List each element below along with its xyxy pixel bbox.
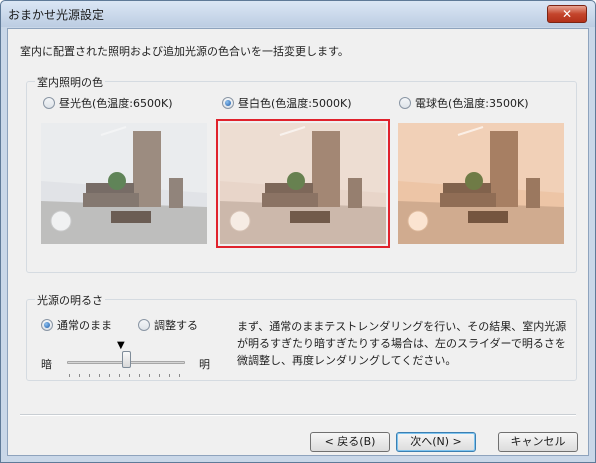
radio-neutral-white[interactable]: 昼白色(色温度:5000K) — [222, 95, 352, 111]
room-light-color-group: 室内照明の色 昼光色(色温度:6500K) 昼白色(色温度:5000K) 電球色… — [26, 74, 577, 273]
separator — [20, 414, 576, 416]
slider-max-label: 明 — [199, 358, 210, 371]
preview-warm-bulb-room[interactable] — [398, 123, 564, 244]
radio-neutral-white-indicator[interactable] — [222, 97, 234, 109]
close-button[interactable]: ✕ — [547, 5, 587, 23]
radio-daylight-indicator[interactable] — [43, 97, 55, 109]
radio-daylight-label: 昼光色(色温度:6500K) — [59, 97, 173, 110]
radio-neutral-white-label: 昼白色(色温度:5000K) — [238, 97, 352, 110]
brightness-description: まず、通常のままテストレンダリングを行い、その結果、室内光源が明るすぎたり暗すぎ… — [237, 320, 567, 367]
cancel-button[interactable]: キャンセル — [498, 432, 578, 452]
room-render-image — [41, 123, 207, 244]
radio-daylight[interactable]: 昼光色(色温度:6500K) — [43, 95, 173, 111]
radio-adjust-indicator[interactable] — [138, 319, 150, 331]
radio-warm-bulb[interactable]: 電球色(色温度:3500K) — [399, 95, 529, 111]
preview-neutral-white-room[interactable] — [216, 119, 390, 248]
room-render-image — [398, 123, 564, 244]
dialog-body: 室内に配置された照明および追加光源の色合いを一括変更します。 室内照明の色 昼光… — [7, 28, 589, 456]
room-light-color-legend: 室内照明の色 — [35, 74, 105, 90]
next-button[interactable]: 次へ(N) > — [396, 432, 476, 452]
intro-text: 室内に配置された照明および追加光源の色合いを一括変更します。 — [20, 45, 349, 58]
dialog-window: おまかせ光源設定 ✕ 室内に配置された照明および追加光源の色合いを一括変更します… — [0, 0, 596, 463]
brightness-group: 光源の明るさ 通常のまま 調整する ▼ 暗 明 まず、通常のままテストレンダリン… — [26, 292, 577, 381]
radio-warm-bulb-indicator[interactable] — [399, 97, 411, 109]
brightness-legend: 光源の明るさ — [35, 292, 105, 308]
radio-keep-normal-indicator[interactable] — [41, 319, 53, 331]
radio-adjust-label: 調整する — [154, 319, 198, 332]
radio-adjust[interactable]: 調整する — [138, 317, 198, 333]
back-button[interactable]: < 戻る(B) — [310, 432, 390, 452]
slider-value-marker-icon: ▼ — [117, 340, 125, 351]
title-bar[interactable]: おまかせ光源設定 ✕ — [1, 1, 595, 27]
slider-min-label: 暗 — [41, 358, 52, 371]
radio-keep-normal[interactable]: 通常のまま — [41, 317, 112, 333]
slider-ticks — [69, 374, 183, 377]
radio-warm-bulb-label: 電球色(色温度:3500K) — [415, 97, 529, 110]
slider-thumb[interactable] — [122, 351, 131, 368]
room-render-image — [220, 123, 386, 244]
window-title: おまかせ光源設定 — [8, 8, 105, 22]
preview-daylight-room[interactable] — [41, 123, 207, 244]
brightness-slider[interactable] — [67, 351, 187, 381]
radio-keep-normal-label: 通常のまま — [57, 319, 112, 332]
